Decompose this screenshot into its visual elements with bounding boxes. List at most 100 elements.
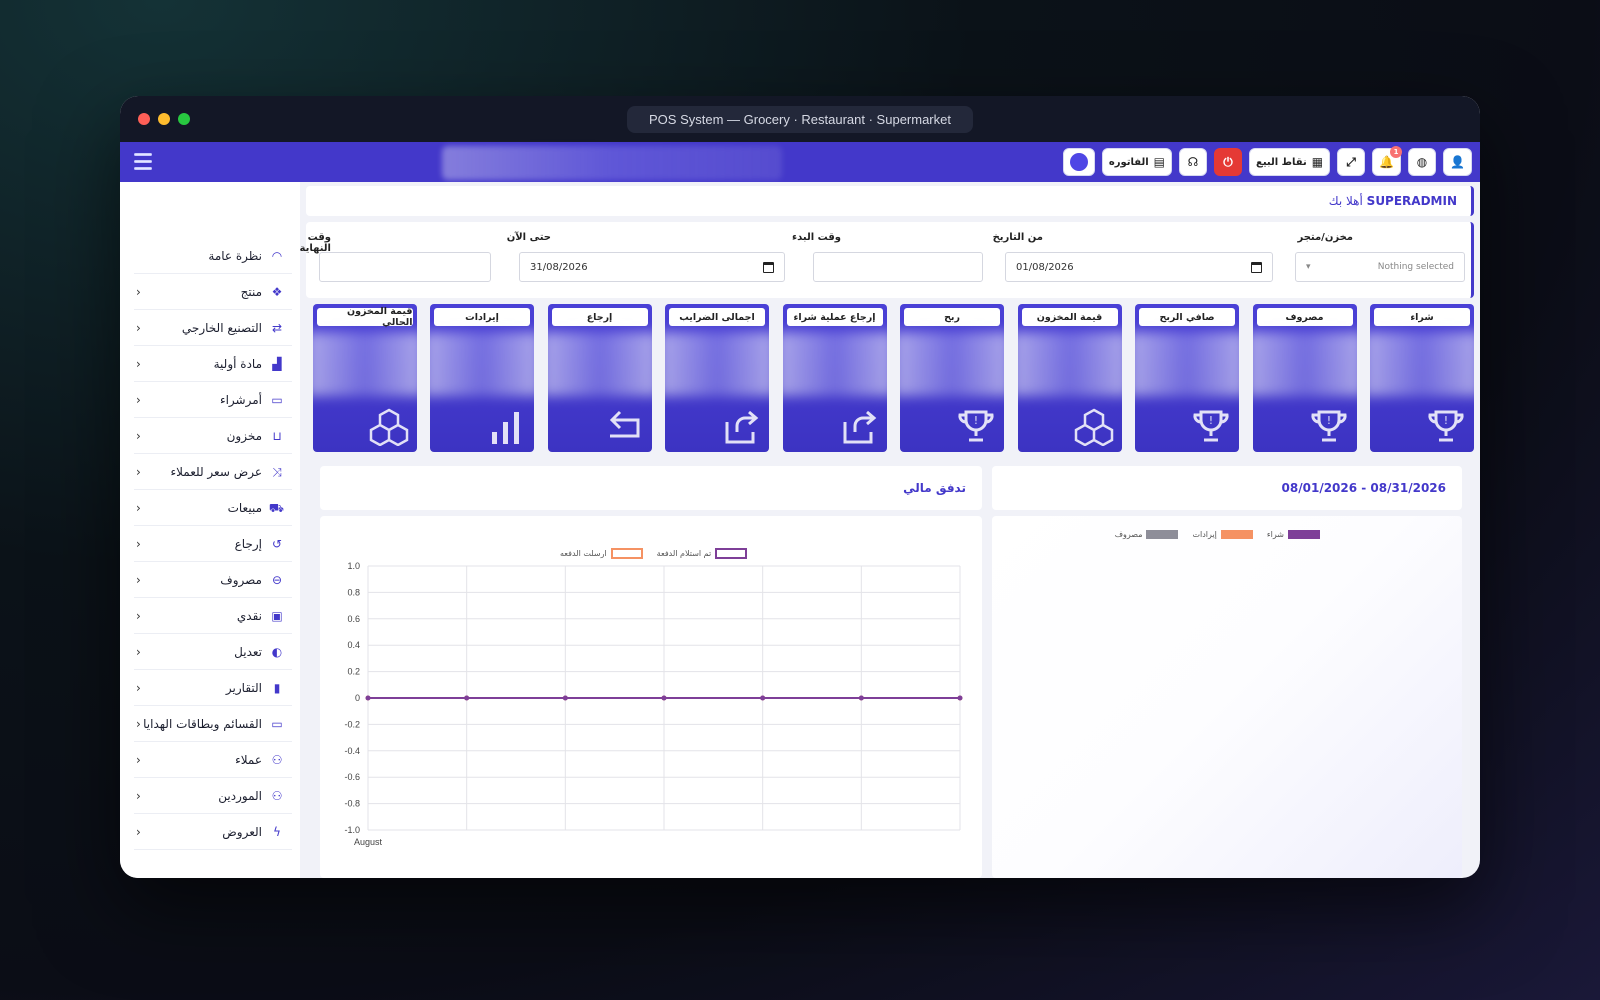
y-tick-label: 0 xyxy=(355,693,360,703)
logout-button[interactable]: ⏻ xyxy=(1213,148,1242,176)
stat-card-label: صافي الربح xyxy=(1139,308,1235,326)
window-titlebar: POS System — Grocery · Restaurant · Supe… xyxy=(120,96,1480,142)
start-time-label: وقت البدء xyxy=(792,232,841,243)
stat-card-label: اجمالى الضرايب xyxy=(669,308,765,326)
welcome-greeting: أهلا بك xyxy=(1328,194,1363,208)
sidebar-item[interactable]: ⛟ مبيعات ‹ xyxy=(134,490,292,526)
from-date-input[interactable]: 01/08/2026 xyxy=(1005,252,1273,282)
window-controls xyxy=(138,113,190,125)
chevron-left-icon[interactable]: ‹ xyxy=(136,501,141,515)
sidebar-item[interactable]: ↺ إرجاع ‹ xyxy=(134,526,292,562)
svg-text:!: ! xyxy=(1209,414,1213,427)
legend-item[interactable]: مصروف xyxy=(1115,530,1179,539)
stats-cards: شراء! مصروف! صافي الربح! قيمة المخزون ربح! إر… xyxy=(306,304,1474,452)
sidebar-item[interactable]: ⚇ الموردين ‹ xyxy=(134,778,292,814)
sidebar-item-content: ▟ مادة أولية xyxy=(214,357,284,371)
calendar-icon[interactable] xyxy=(763,261,774,273)
sidebar-item-label: منتج xyxy=(240,284,262,299)
chevron-left-icon[interactable]: ‹ xyxy=(136,609,141,623)
exchange-icon: ⇄ xyxy=(271,320,283,335)
sidebar-item[interactable]: ❖ منتج ‹ xyxy=(134,274,292,310)
sidebar-item[interactable]: ▮ التقارير ‹ xyxy=(134,670,292,706)
chevron-left-icon[interactable]: ‹ xyxy=(136,681,141,695)
sidebar-item[interactable]: ▟ مادة أولية ‹ xyxy=(134,346,292,382)
chevron-left-icon[interactable]: ‹ xyxy=(136,753,141,767)
notifications-button[interactable]: 🔔 1 xyxy=(1372,146,1403,176)
warehouse-select[interactable]: ▾ Nothing selected xyxy=(1295,252,1465,282)
warehouse-select-value: Nothing selected xyxy=(1377,262,1454,272)
sidebar-item[interactable]: ϟ العروض ‹ xyxy=(134,814,292,850)
cart-icon: ⛟ xyxy=(268,500,284,515)
sidebar-item-label: الموردين xyxy=(218,788,262,803)
chevron-left-icon[interactable]: ‹ xyxy=(136,357,141,371)
sidebar-item-content: ⇄ التصنيع الخارجي xyxy=(182,321,284,335)
chevron-left-icon[interactable]: ‹ xyxy=(136,537,141,551)
from-date-value: 01/08/2026 xyxy=(1016,261,1074,273)
chevron-left-icon[interactable]: ‹ xyxy=(136,429,141,443)
date-range[interactable]: 08/01/2026 - 08/31/2026 xyxy=(1282,481,1446,495)
sidebar-item[interactable]: ▭ أمرشراء ‹ xyxy=(134,382,292,418)
users-icon: ⚇ xyxy=(271,752,283,767)
end-time-input[interactable] xyxy=(319,252,491,282)
start-time-input[interactable] xyxy=(813,252,983,282)
sidebar-item[interactable]: ⤨ عرض سعر للعملاء ‹ xyxy=(134,454,292,490)
calendar-icon[interactable] xyxy=(1251,261,1262,273)
chevron-left-icon[interactable]: ‹ xyxy=(136,465,141,479)
language-button[interactable]: ◍ xyxy=(1408,148,1437,176)
pos-button[interactable]: نقاط البيع ▦ xyxy=(1248,148,1331,176)
top-navbar: الفاتوره ▤ ☊ ⏻ نقاط البيع ▦ ⤢ 🔔 1 ◍ 👤 xyxy=(120,142,1480,182)
y-tick-label: -0.4 xyxy=(344,746,360,756)
legend-item[interactable]: شراء xyxy=(1267,530,1320,539)
chevron-left-icon[interactable]: ‹ xyxy=(136,321,141,335)
end-time-label: وقت النهاية xyxy=(299,232,331,254)
sidebar-item[interactable]: ▣ نقدي ‹ xyxy=(134,598,292,634)
file-icon: ▮ xyxy=(273,680,281,695)
legend-item[interactable]: إيرادات xyxy=(1192,530,1253,539)
chevron-left-icon[interactable]: ‹ xyxy=(136,393,141,407)
minimize-window-button[interactable] xyxy=(158,113,170,125)
cubes-icon xyxy=(369,408,408,446)
sidebar-item[interactable]: ◠ نظرة عامة xyxy=(134,238,292,274)
window-title: POS System — Grocery · Restaurant · Supe… xyxy=(627,105,973,133)
sidebar-item-content: ▭ أمرشراء xyxy=(220,393,284,407)
minus-circle-icon: ⊖ xyxy=(271,572,283,587)
sidebar-item[interactable]: ◐ تعديل ‹ xyxy=(134,634,292,670)
stat-card: قيمة المخزون xyxy=(1017,304,1122,452)
maximize-window-button[interactable] xyxy=(178,113,190,125)
chevron-left-icon[interactable]: ‹ xyxy=(136,573,141,587)
chevron-left-icon[interactable]: ‹ xyxy=(136,645,141,659)
y-tick-label: -0.6 xyxy=(344,772,360,782)
invoice-button[interactable]: الفاتوره ▤ xyxy=(1101,148,1172,176)
fullscreen-button[interactable]: ⤢ xyxy=(1337,148,1366,176)
to-date-input[interactable]: 31/08/2026 xyxy=(519,252,785,282)
cashflow-header: تدفق مالي xyxy=(320,466,982,510)
support-button[interactable]: ☊ xyxy=(1178,148,1207,176)
sidebar-item-content: ▭ القسائم وبطاقات الهدايا xyxy=(143,717,284,731)
cash-register-icon: ▦ xyxy=(1311,155,1324,169)
sidebar-item[interactable]: ⇄ التصنيع الخارجي ‹ xyxy=(134,310,292,346)
cashflow-title: تدفق مالي xyxy=(903,481,966,495)
chevron-left-icon[interactable]: ‹ xyxy=(136,285,141,299)
chevron-left-icon[interactable]: ‹ xyxy=(136,717,141,731)
cashflow-line-chart: 1.0 0.8 0.6 0.4 0.2 0 -0.2 -0.4 -0.6 -0.8 -1.0 Augu… xyxy=(344,561,963,847)
sidebar-item-label: العروض xyxy=(222,824,262,839)
trophy-icon: ! xyxy=(958,410,994,442)
menu-toggle-icon[interactable] xyxy=(134,153,152,171)
factory-icon: ▟ xyxy=(272,356,282,371)
sidebar-item[interactable]: ▭ القسائم وبطاقات الهدايا ‹ xyxy=(134,706,292,742)
close-window-button[interactable] xyxy=(138,113,150,125)
user-button[interactable]: 👤 xyxy=(1443,148,1472,176)
sidebar-item[interactable]: ⊔ مخزون ‹ xyxy=(134,418,292,454)
theme-button[interactable] xyxy=(1062,148,1095,176)
sidebar-item[interactable]: ⚇ عملاء ‹ xyxy=(134,742,292,778)
invoice-button-label: الفاتوره xyxy=(1108,156,1149,168)
sidebar-item-label: مصروف xyxy=(220,572,262,587)
welcome-bar: SUPERADMIN أهلا بك xyxy=(306,186,1474,216)
stat-card: اجمالى الضرايب xyxy=(665,304,769,452)
chevron-left-icon[interactable]: ‹ xyxy=(136,789,141,803)
sidebar-item-content: ◠ نظرة عامة xyxy=(208,249,284,263)
chevron-left-icon[interactable]: ‹ xyxy=(136,825,141,839)
sidebar-item[interactable]: ⊖ مصروف ‹ xyxy=(134,562,292,598)
app-window: POS System — Grocery · Restaurant · Supe… xyxy=(120,96,1480,878)
bolt-icon: ϟ xyxy=(273,824,281,839)
